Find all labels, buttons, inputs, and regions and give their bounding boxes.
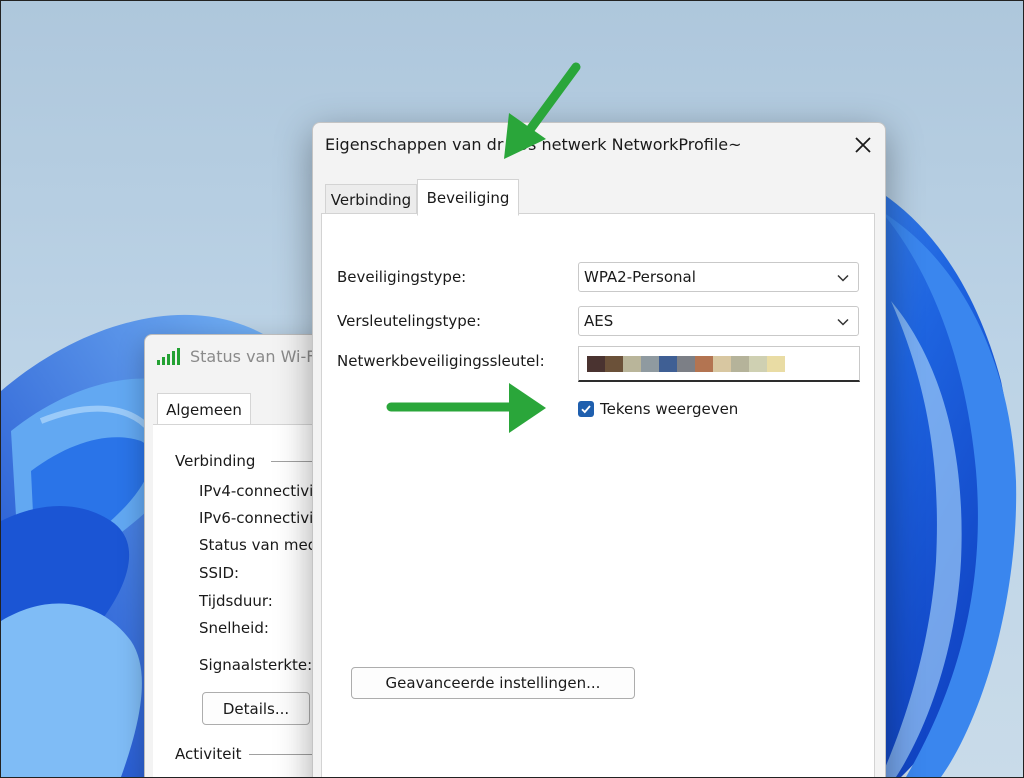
redacted-pixel — [731, 355, 749, 372]
network-key-input[interactable] — [578, 346, 860, 382]
show-characters-label: Tekens weergeven — [600, 400, 739, 418]
redacted-pixel — [713, 355, 731, 372]
network-key-value-redacted — [587, 355, 785, 372]
advanced-settings-button[interactable]: Geavanceerde instellingen... — [351, 667, 635, 699]
wifi-status-panel: Verbinding IPv4-connectivi IPv6-connecti… — [153, 424, 335, 777]
redacted-pixel — [677, 355, 695, 372]
tab-beveiliging[interactable]: Beveiliging — [417, 179, 519, 216]
encryption-type-select[interactable]: AES — [578, 306, 859, 336]
show-characters-checkbox[interactable]: Tekens weergeven — [578, 400, 738, 418]
redacted-pixel — [641, 355, 659, 372]
chevron-down-icon — [837, 274, 849, 282]
details-button[interactable]: Details... — [202, 692, 310, 725]
security-tab-panel: Beveiligingstype: WPA2-Personal Versleut… — [321, 213, 875, 777]
row-media-status: Status van med — [199, 536, 318, 554]
checkbox-checked-icon — [578, 401, 594, 417]
group-activity-label: Activiteit — [175, 745, 242, 763]
row-ipv6: IPv6-connectivi — [199, 509, 314, 527]
desktop: Status van Wi-F Algemeen Verbinding IPv4… — [0, 0, 1024, 778]
network-key-label: Netwerkbeveiligingssleutel: — [337, 352, 545, 370]
wireless-network-properties-dialog: Eigenschappen van dr oos netwerk Network… — [312, 122, 886, 777]
redacted-pixel — [749, 355, 767, 372]
tab-verbinding[interactable]: Verbinding — [325, 184, 417, 215]
row-ssid: SSID: — [199, 564, 240, 582]
tab-algemeen[interactable]: Algemeen — [157, 393, 251, 426]
row-speed: Snelheid: — [199, 619, 269, 637]
security-type-value: WPA2-Personal — [584, 268, 696, 286]
row-ipv4: IPv4-connectivi — [199, 482, 314, 500]
redacted-pixel — [695, 355, 713, 372]
encryption-type-label: Versleutelingstype: — [337, 312, 482, 330]
close-button[interactable] — [849, 131, 877, 159]
group-connection-label: Verbinding — [175, 452, 256, 470]
redacted-pixel — [767, 355, 785, 372]
dialog-title: Eigenschappen van dr oos netwerk Network… — [325, 135, 742, 154]
row-duration: Tijdsduur: — [199, 592, 273, 610]
security-type-label: Beveiligingstype: — [337, 268, 467, 286]
wifi-status-window: Status van Wi-F Algemeen Verbinding IPv4… — [144, 334, 336, 777]
redacted-pixel — [623, 355, 641, 372]
wifi-status-title: Status van Wi-F — [190, 347, 316, 366]
row-signal-strength: Signaalsterkte: — [199, 656, 313, 674]
encryption-type-value: AES — [584, 312, 614, 330]
signal-strength-icon — [157, 348, 180, 365]
chevron-down-icon — [837, 318, 849, 326]
redacted-pixel — [587, 355, 605, 372]
wifi-status-title-bar: Status van Wi-F — [157, 347, 315, 366]
close-icon — [855, 137, 871, 153]
redacted-pixel — [605, 355, 623, 372]
redacted-pixel — [659, 355, 677, 372]
security-type-select[interactable]: WPA2-Personal — [578, 262, 859, 292]
